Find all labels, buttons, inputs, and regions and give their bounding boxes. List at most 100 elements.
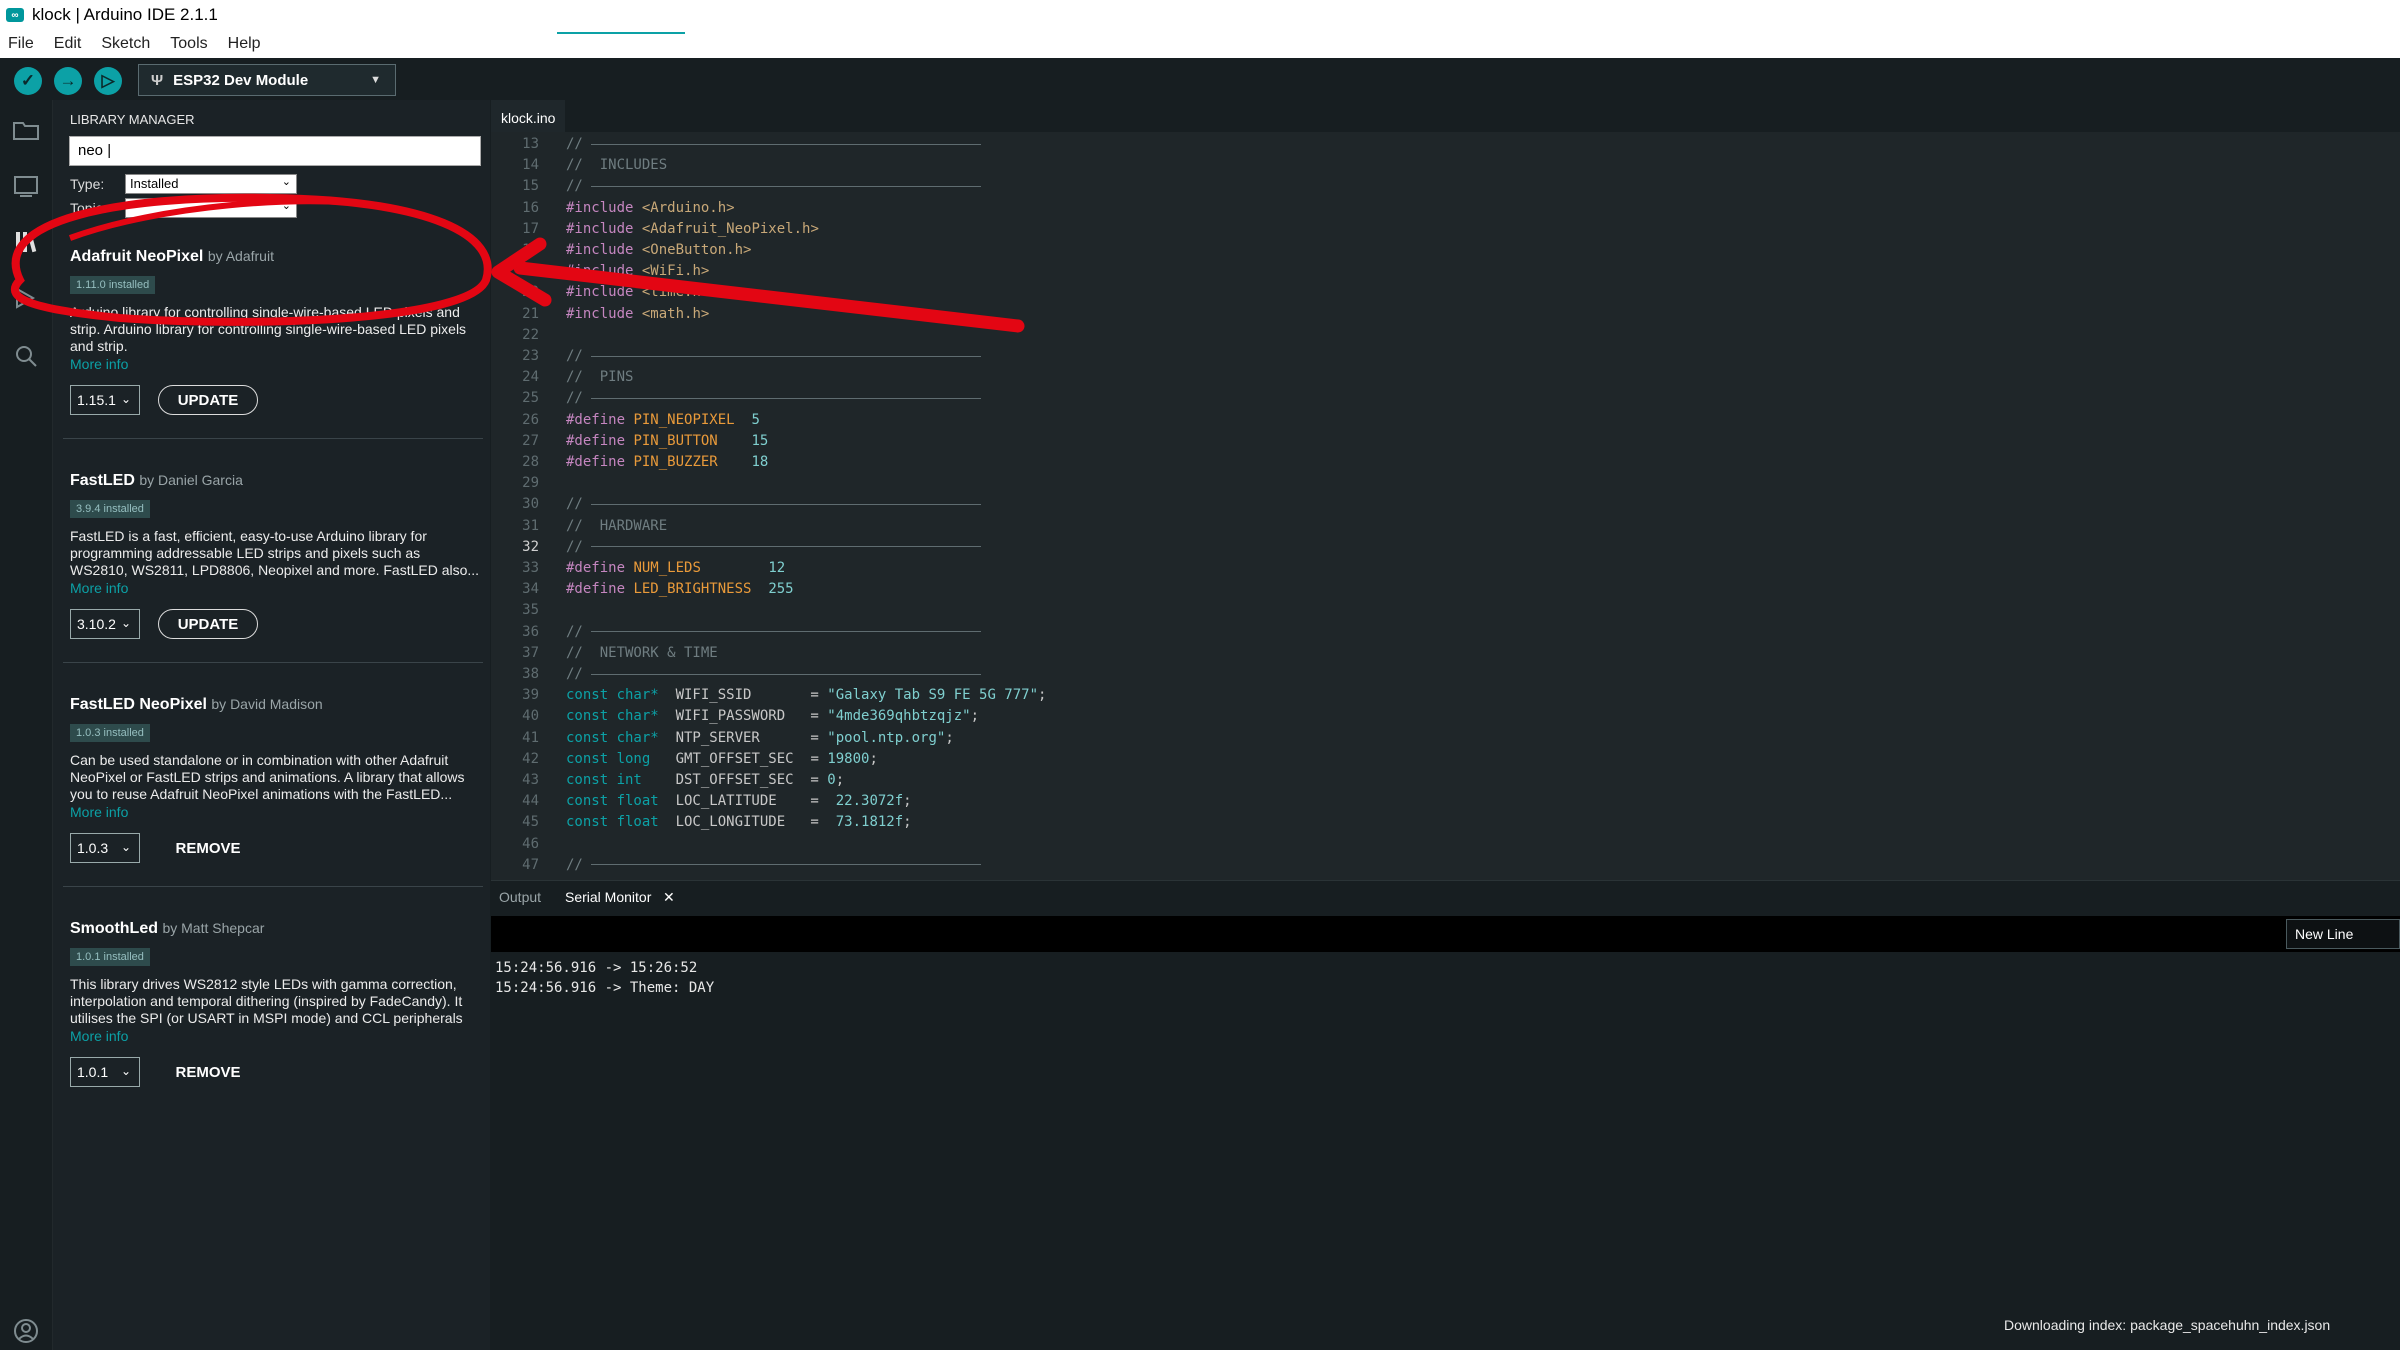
more-info-link[interactable]: More info xyxy=(70,1027,480,1045)
code-line[interactable]: 46 xyxy=(491,836,2400,857)
more-info-link[interactable]: More info xyxy=(70,803,480,821)
code-line[interactable]: 36 // xyxy=(491,624,2400,645)
remove-button[interactable]: REMOVE xyxy=(158,1057,258,1087)
update-button[interactable]: UPDATE xyxy=(158,385,258,415)
activity-sidebar xyxy=(0,100,53,1350)
version-select[interactable]: 1.15.1 ⌄ xyxy=(70,385,140,415)
line-number: 43 xyxy=(522,772,539,788)
code-line[interactable]: 15 // xyxy=(491,178,2400,199)
library-manager-icon[interactable] xyxy=(10,226,42,258)
line-number: 33 xyxy=(522,560,539,576)
code-line[interactable]: 26 #define PIN_NEOPIXEL 5 xyxy=(491,412,2400,433)
line-number: 22 xyxy=(522,326,539,343)
installed-badge: 1.0.3 installed xyxy=(70,724,150,742)
code-line[interactable]: 45 const float LOC_LONGITUDE = 73.1812f; xyxy=(491,814,2400,835)
type-filter-select[interactable]: Installed ⌄ xyxy=(125,174,297,194)
chevron-down-icon: ⌄ xyxy=(120,616,131,630)
code-line[interactable]: 29 xyxy=(491,475,2400,496)
code-line[interactable]: 14 // INCLUDES xyxy=(491,157,2400,178)
library-search-input[interactable]: neo | xyxy=(69,136,481,166)
library-name: FastLED NeoPixel xyxy=(70,696,207,713)
code-line[interactable]: 24 // PINS xyxy=(491,369,2400,390)
installed-badge: 1.0.1 installed xyxy=(70,948,150,966)
code-editor[interactable]: 13 // 14 // INCLUDES 15 // 16 #include <Ardui… xyxy=(491,132,2400,880)
more-info-link[interactable]: More info xyxy=(70,355,480,373)
code-line[interactable]: 13 // xyxy=(491,136,2400,157)
library-author: by Daniel Garcia xyxy=(139,472,243,488)
code-line[interactable]: 31 // HARDWARE xyxy=(491,518,2400,539)
code-line[interactable]: 25 // xyxy=(491,390,2400,411)
menu-help[interactable]: Help xyxy=(228,35,261,53)
code-line[interactable]: 19 #include <WiFi.h> xyxy=(491,263,2400,284)
code-line[interactable]: 23 // xyxy=(491,348,2400,369)
search-icon[interactable] xyxy=(10,340,42,372)
tab-klock-ino[interactable]: klock.ino xyxy=(491,100,566,134)
type-filter-value: Installed xyxy=(130,176,179,191)
code-line[interactable]: 47 // xyxy=(491,857,2400,878)
code-line[interactable]: 41 const char* NTP_SERVER = "pool.ntp.org… xyxy=(491,730,2400,751)
code-line[interactable]: 18 #include <OneButton.h> xyxy=(491,242,2400,263)
line-number: 13 xyxy=(522,136,539,152)
code-text: // xyxy=(566,857,982,873)
code-text: const long GMT_OFFSET_SEC = 19800; xyxy=(566,750,878,767)
menu-edit[interactable]: Edit xyxy=(54,35,82,53)
code-line[interactable]: 16 #include <Arduino.h> xyxy=(491,200,2400,221)
tab-serial-monitor[interactable]: Serial Monitor xyxy=(565,889,651,905)
topic-filter-select[interactable]: ⌄ xyxy=(125,198,297,218)
update-button[interactable]: UPDATE xyxy=(158,609,258,639)
window-title: klock | Arduino IDE 2.1.1 xyxy=(32,5,218,24)
code-line[interactable]: 37 // NETWORK & TIME xyxy=(491,645,2400,666)
code-line[interactable]: 21 #include <math.h> xyxy=(491,306,2400,327)
line-number: 18 xyxy=(522,242,539,258)
code-text: // HARDWARE xyxy=(566,517,668,534)
library-name: FastLED xyxy=(70,472,135,489)
code-line[interactable]: 33 #define NUM_LEDS 12 xyxy=(491,560,2400,581)
board-manager-icon[interactable] xyxy=(10,170,42,202)
line-number: 21 xyxy=(522,305,539,322)
tab-output[interactable]: Output xyxy=(499,889,541,905)
line-number: 42 xyxy=(522,750,539,767)
code-text: #include <Arduino.h> xyxy=(566,199,735,216)
code-text: // xyxy=(566,496,982,512)
arduino-logo-icon: ∞ xyxy=(6,8,24,22)
code-text: const char* WIFI_SSID = "Galaxy Tab S9 F… xyxy=(566,687,1047,704)
version-select[interactable]: 1.0.3 ⌄ xyxy=(70,833,140,863)
menu-sketch[interactable]: Sketch xyxy=(101,35,150,53)
serial-input-bar[interactable]: New Line xyxy=(491,916,2400,952)
code-line[interactable]: 32 // xyxy=(491,539,2400,560)
code-line[interactable]: 39 const char* WIFI_SSID = "Galaxy Tab S9… xyxy=(491,687,2400,708)
code-line[interactable]: 17 #include <Adafruit_NeoPixel.h> xyxy=(491,221,2400,242)
menu-tools[interactable]: Tools xyxy=(170,35,207,53)
code-line[interactable]: 42 const long GMT_OFFSET_SEC = 19800; xyxy=(491,751,2400,772)
remove-button[interactable]: REMOVE xyxy=(158,833,258,863)
active-tab-indicator xyxy=(557,32,685,34)
serial-line: 15:24:56.916 -> Theme: DAY xyxy=(495,980,715,996)
version-select[interactable]: 1.0.1 ⌄ xyxy=(70,1057,140,1087)
more-info-link[interactable]: More info xyxy=(70,579,480,597)
code-text: #define PIN_BUTTON 15 xyxy=(566,432,769,449)
menu-file[interactable]: File xyxy=(8,35,34,53)
code-line[interactable]: 22 xyxy=(491,327,2400,348)
version-select[interactable]: 3.10.2 ⌄ xyxy=(70,609,140,639)
code-line[interactable]: 28 #define PIN_BUZZER 18 xyxy=(491,454,2400,475)
upload-button[interactable]: → xyxy=(54,67,82,95)
verify-button[interactable]: ✓ xyxy=(14,67,42,95)
line-ending-select[interactable]: New Line xyxy=(2286,919,2400,949)
account-icon[interactable] xyxy=(10,1315,42,1347)
code-line[interactable]: 44 const float LOC_LATITUDE = 22.3072f; xyxy=(491,793,2400,814)
code-line[interactable]: 40 const char* WIFI_PASSWORD = "4mde369qh… xyxy=(491,708,2400,729)
code-line[interactable]: 35 xyxy=(491,602,2400,623)
debug-icon[interactable] xyxy=(10,282,42,314)
board-selector[interactable]: Ψ ESP32 Dev Module ▼ xyxy=(138,64,396,96)
code-line[interactable]: 34 #define LED_BRIGHTNESS 255 xyxy=(491,581,2400,602)
installed-badge: 1.11.0 installed xyxy=(70,276,156,294)
code-text: const float LOC_LATITUDE = 22.3072f; xyxy=(566,793,912,810)
code-line[interactable]: 27 #define PIN_BUTTON 15 xyxy=(491,433,2400,454)
code-line[interactable]: 30 // xyxy=(491,496,2400,517)
code-line[interactable]: 43 const int DST_OFFSET_SEC = 0; xyxy=(491,772,2400,793)
folder-icon[interactable] xyxy=(10,114,42,146)
debug-button[interactable]: ▷ xyxy=(94,67,122,95)
code-line[interactable]: 20 #include <time.h> xyxy=(491,284,2400,305)
code-line[interactable]: 38 // xyxy=(491,666,2400,687)
close-icon[interactable]: ✕ xyxy=(663,889,675,906)
